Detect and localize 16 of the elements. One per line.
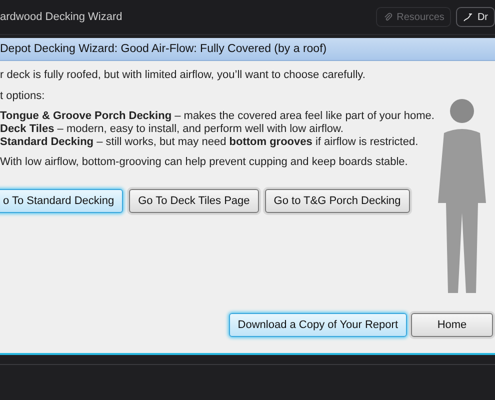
toolbar-button[interactable]: Dr: [456, 7, 495, 27]
options-heading: t options:: [0, 89, 46, 103]
intro-text: r deck is fully roofed, but with limited airflow, you’ll want to choose carefully.: [0, 68, 366, 82]
option-text: Tongue & Groove Porch Decking – makes the covered area feel like part of your home.: [0, 110, 434, 123]
nav-button[interactable]: Go to T&G Porch Decking: [264, 189, 410, 213]
option-text: Standard Decking – still works, but may need bottom grooves if airflow is restricted.: [0, 136, 420, 149]
header-title: Depot Decking Wizard: Good Air-Flow: Fully Covered (by a roof): [0, 43, 327, 55]
window-title: ardwood Decking Wizard: [0, 11, 122, 23]
nav-button[interactable]: o To Standard Decking: [0, 189, 124, 213]
nav-button[interactable]: Go To Deck Tiles Page: [129, 189, 259, 213]
footer-button[interactable]: Home: [411, 313, 493, 337]
footer-button[interactable]: Download a Copy of Your Report: [228, 313, 407, 337]
squiggle-icon: [463, 12, 474, 22]
option-text: Deck Tiles – modern, easy to install, and perform well with low airflow.: [0, 123, 344, 136]
paperclip-icon: [382, 12, 393, 22]
note-text: With low airflow, bottom-grooving can help prevent cupping and keep boards stable.: [0, 156, 409, 169]
